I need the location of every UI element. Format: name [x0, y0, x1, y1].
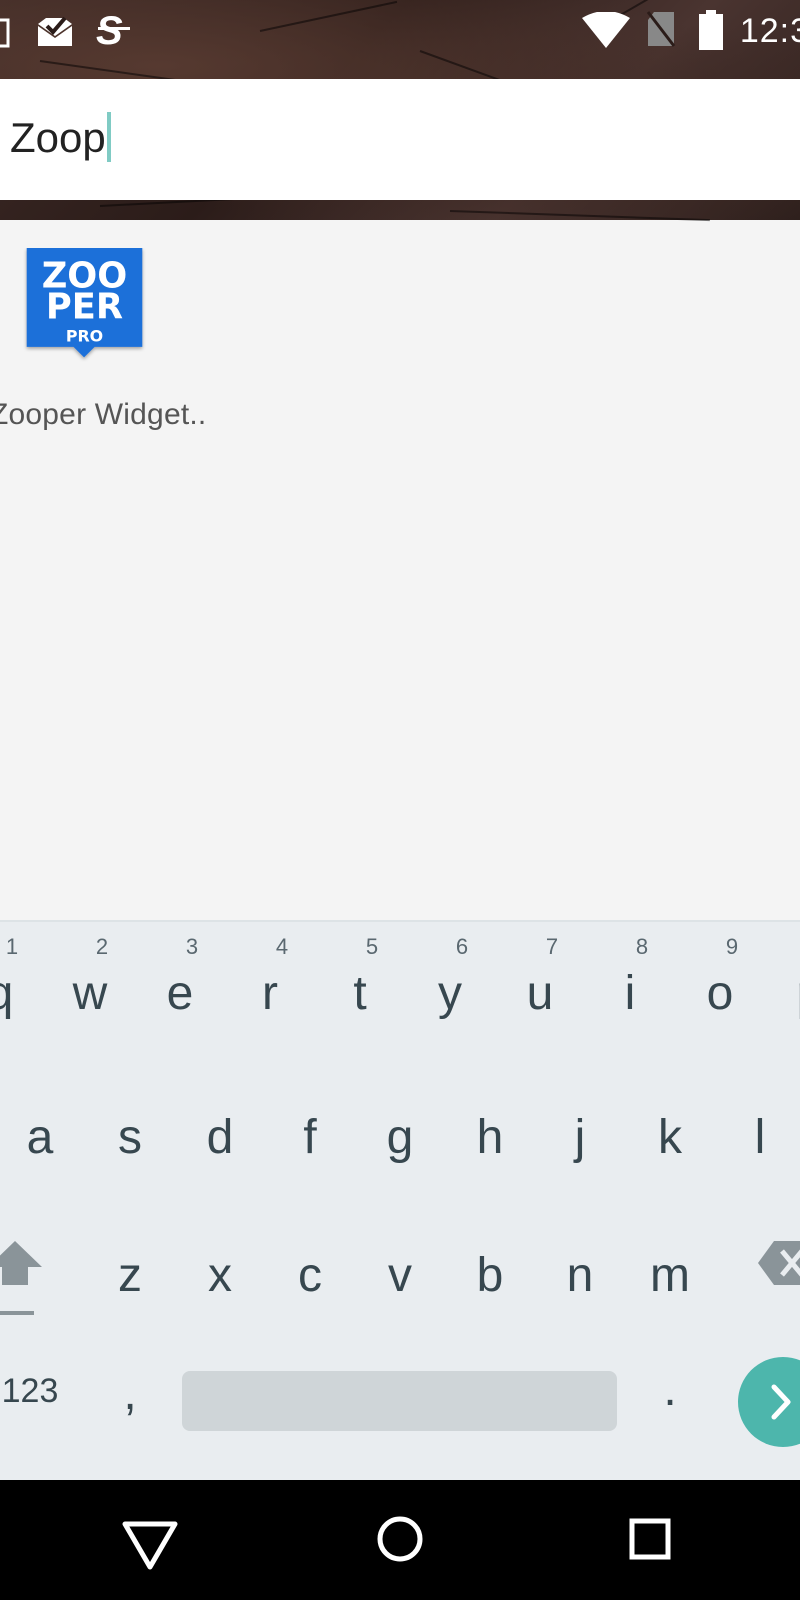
search-field[interactable]: Zoop	[0, 79, 800, 200]
symbols-key[interactable]: 123	[0, 1342, 75, 1462]
zooper-pro-icon: ZOO PER PRO	[26, 248, 143, 358]
key-letter: w	[72, 967, 108, 1020]
key-letter: m	[650, 1249, 690, 1302]
app-label: Zooper Widget..	[0, 398, 207, 431]
period-key[interactable]: .	[625, 1342, 715, 1462]
app-result-zooper[interactable]: ZOO PER PRO Zooper Widget..	[0, 240, 207, 450]
gallery-icon	[0, 18, 10, 48]
key-letter: v	[388, 1249, 412, 1302]
key-letter: g	[386, 1111, 414, 1164]
key-letter: l	[754, 1111, 766, 1164]
wifi-icon	[582, 12, 630, 48]
battery-icon	[699, 10, 723, 50]
status-clock: 12:3	[739, 12, 800, 50]
no-sim-icon	[646, 11, 676, 47]
key-letter: a	[26, 1111, 54, 1164]
key-row2-2[interactable]: d	[175, 1072, 265, 1192]
key-row2-7[interactable]: k	[625, 1072, 715, 1192]
go-key[interactable]	[738, 1357, 800, 1447]
shift-arrow-icon	[0, 1241, 42, 1315]
status-bar: S 12:3	[0, 0, 800, 66]
key-letter: k	[658, 1111, 682, 1164]
key-letter: p	[765, 966, 800, 1021]
key-row3-5[interactable]: n	[535, 1210, 625, 1330]
key-letter: z	[118, 1249, 142, 1302]
key-letter: n	[566, 1249, 594, 1302]
key-row3-4[interactable]: b	[445, 1210, 535, 1330]
icon-text-pro: PRO	[66, 327, 103, 346]
key-letter: u	[526, 967, 554, 1020]
backspace-icon	[758, 1241, 800, 1285]
search-input[interactable]: Zoop	[10, 112, 111, 162]
key-letter: q	[0, 966, 45, 1021]
text-caret	[106, 112, 111, 162]
key-letter: t	[353, 967, 367, 1020]
home-circle-icon[interactable]	[340, 1480, 460, 1600]
space-key[interactable]	[182, 1371, 617, 1431]
mail-check-icon	[38, 16, 72, 46]
key-row1-7[interactable]: i8	[585, 922, 675, 1042]
key-row1-6[interactable]: u7	[495, 922, 585, 1042]
key-letter: o	[706, 967, 734, 1020]
key-row2-3[interactable]: f	[265, 1072, 355, 1192]
key-letter: x	[208, 1249, 232, 1302]
key-letter: e	[166, 967, 194, 1020]
key-row2-0[interactable]: a	[0, 1072, 85, 1192]
key-row2-1[interactable]: s	[85, 1072, 175, 1192]
recents-square-icon[interactable]	[590, 1480, 710, 1600]
key-row3-0[interactable]: z	[85, 1210, 175, 1330]
key-row3-3[interactable]: v	[355, 1210, 445, 1330]
key-row1-4[interactable]: t5	[315, 922, 405, 1042]
key-row1-9[interactable]: p	[765, 922, 800, 1042]
key-letter: r	[262, 967, 278, 1020]
chevron-right-icon	[771, 1384, 791, 1420]
key-row1-2[interactable]: e3	[135, 922, 225, 1042]
key-row1-3[interactable]: r4	[225, 922, 315, 1042]
key-letter: y	[438, 967, 462, 1020]
shift-key[interactable]	[0, 1205, 60, 1325]
key-letter: f	[303, 1111, 317, 1164]
key-row3-1[interactable]: x	[175, 1210, 265, 1330]
key-letter: d	[206, 1111, 234, 1164]
key-letter: c	[298, 1249, 322, 1302]
key-row1-0[interactable]: q1	[0, 922, 45, 1042]
comma-key[interactable]: ,	[85, 1342, 175, 1462]
key-letter: i	[624, 967, 636, 1020]
key-letter: h	[476, 1111, 504, 1164]
backspace-key[interactable]	[738, 1205, 800, 1325]
key-row2-5[interactable]: h	[445, 1072, 535, 1192]
icon-text-per: PER	[46, 287, 123, 328]
key-row2-6[interactable]: j	[535, 1072, 625, 1192]
key-letter: j	[574, 1111, 586, 1164]
key-letter: s	[118, 1111, 142, 1164]
navigation-bar	[0, 1480, 800, 1600]
key-row1-1[interactable]: w2	[45, 922, 135, 1042]
key-row3-2[interactable]: c	[265, 1210, 355, 1330]
key-letter: b	[476, 1249, 504, 1302]
key-row1-8[interactable]: o9	[675, 922, 765, 1042]
search-query-text: Zoop	[10, 114, 106, 161]
key-row2-4[interactable]: g	[355, 1072, 445, 1192]
key-row1-5[interactable]: y6	[405, 922, 495, 1042]
s-app-icon: S	[96, 10, 130, 50]
key-row3-6[interactable]: m	[625, 1210, 715, 1330]
key-row2-8[interactable]: l	[715, 1072, 800, 1192]
back-triangle-icon[interactable]	[90, 1480, 210, 1600]
